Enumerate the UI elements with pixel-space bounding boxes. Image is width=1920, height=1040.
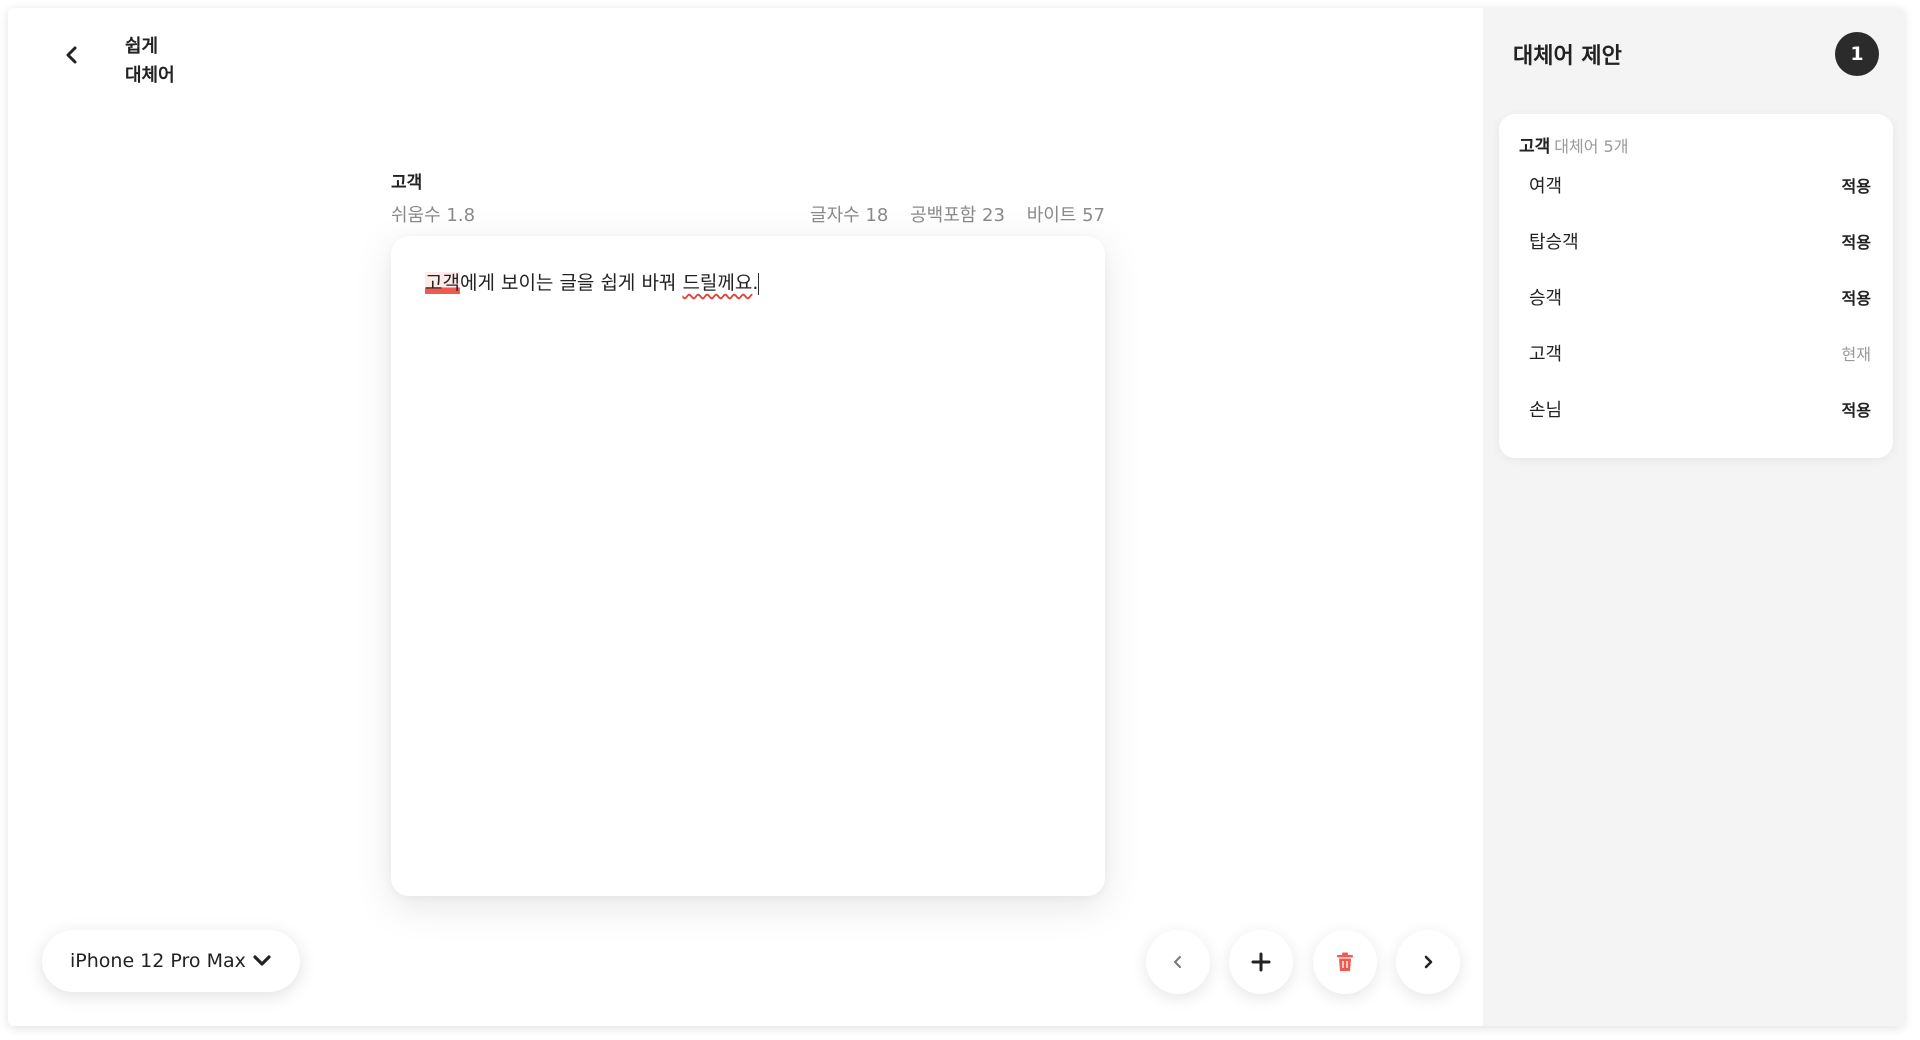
suggestion-panel: 대체어 제안 1 고객 대체어 5개 여객 적용 탑승객 적용 승객 적용 고객 … — [1483, 8, 1904, 1026]
alternative-word: 여객 — [1529, 176, 1563, 197]
with-spaces-count: 공백포함 23 — [910, 205, 1005, 226]
alternative-row[interactable]: 탑승객 적용 — [1519, 213, 1873, 269]
back-button[interactable] — [53, 36, 91, 74]
alternative-word: 고객 — [1529, 344, 1563, 365]
alternative-row[interactable]: 승객 적용 — [1519, 269, 1873, 325]
alternative-row[interactable]: 여객 적용 — [1519, 157, 1873, 213]
alternative-word: 손님 — [1529, 400, 1563, 421]
editor-text: 에게 보이는 글을 쉽게 바꿔 — [459, 272, 683, 294]
app-window: 쉽게 대체어 고객 쉬움수 1.8 글자수 18 공백포함 23 바이트 57 … — [8, 8, 1904, 1026]
device-select-value: iPhone 12 Pro Max — [70, 950, 246, 972]
document-title: 고객 — [391, 173, 423, 193]
plus-icon — [1251, 952, 1271, 972]
apply-button[interactable]: 적용 — [1842, 285, 1871, 309]
text-editor[interactable]: 고객에게 보이는 글을 쉽게 바꿔 드릴께요. — [391, 236, 1105, 896]
previous-button[interactable] — [1146, 930, 1210, 994]
alternative-word: 탑승객 — [1529, 232, 1579, 253]
chevron-down-icon — [253, 955, 271, 966]
byte-count: 바이트 57 — [1026, 205, 1105, 226]
highlighted-word[interactable]: 고객 — [425, 272, 460, 294]
alternative-row: 고객 현재 — [1519, 325, 1873, 381]
trash-icon — [1337, 952, 1353, 971]
next-button[interactable] — [1396, 930, 1460, 994]
char-count: 글자수 18 — [810, 205, 889, 226]
apply-button[interactable]: 적용 — [1842, 229, 1871, 253]
apply-button[interactable]: 적용 — [1842, 173, 1871, 197]
alternative-count: 대체어 5개 — [1554, 137, 1629, 156]
target-word: 고객 — [1519, 137, 1551, 157]
chevron-left-icon — [1174, 956, 1181, 968]
device-select[interactable]: iPhone 12 Pro Max — [42, 930, 300, 992]
document-header: 고객 쉬움수 1.8 글자수 18 공백포함 23 바이트 57 — [391, 168, 1105, 227]
chevron-right-icon — [1424, 955, 1433, 969]
delete-button[interactable] — [1313, 930, 1377, 994]
main-area: 쉽게 대체어 고객 쉬움수 1.8 글자수 18 공백포함 23 바이트 57 … — [8, 8, 1483, 1026]
text-counts: 글자수 18 공백포함 23 바이트 57 — [794, 201, 1105, 227]
suggestion-card-header: 고객 대체어 5개 — [1519, 132, 1873, 157]
suggestion-card: 고객 대체어 5개 여객 적용 탑승객 적용 승객 적용 고객 현재 손님 적용 — [1499, 114, 1893, 458]
alternative-row[interactable]: 손님 적용 — [1519, 381, 1873, 437]
spellcheck-word[interactable]: 드릴께요 — [682, 272, 752, 294]
text-caret — [758, 272, 760, 295]
alternative-word: 승객 — [1529, 288, 1563, 309]
document-meta: 쉬움수 1.8 글자수 18 공백포함 23 바이트 57 — [391, 201, 1105, 227]
suggestion-count-badge: 1 — [1835, 32, 1879, 76]
apply-button[interactable]: 적용 — [1842, 397, 1871, 421]
panel-title: 대체어 제안 — [1513, 44, 1622, 69]
app-title: 쉽게 대체어 — [125, 36, 175, 86]
current-label: 현재 — [1841, 345, 1871, 364]
add-button[interactable] — [1229, 930, 1293, 994]
readability-score: 쉬움수 1.8 — [391, 205, 476, 226]
chevron-left-icon — [66, 46, 77, 64]
